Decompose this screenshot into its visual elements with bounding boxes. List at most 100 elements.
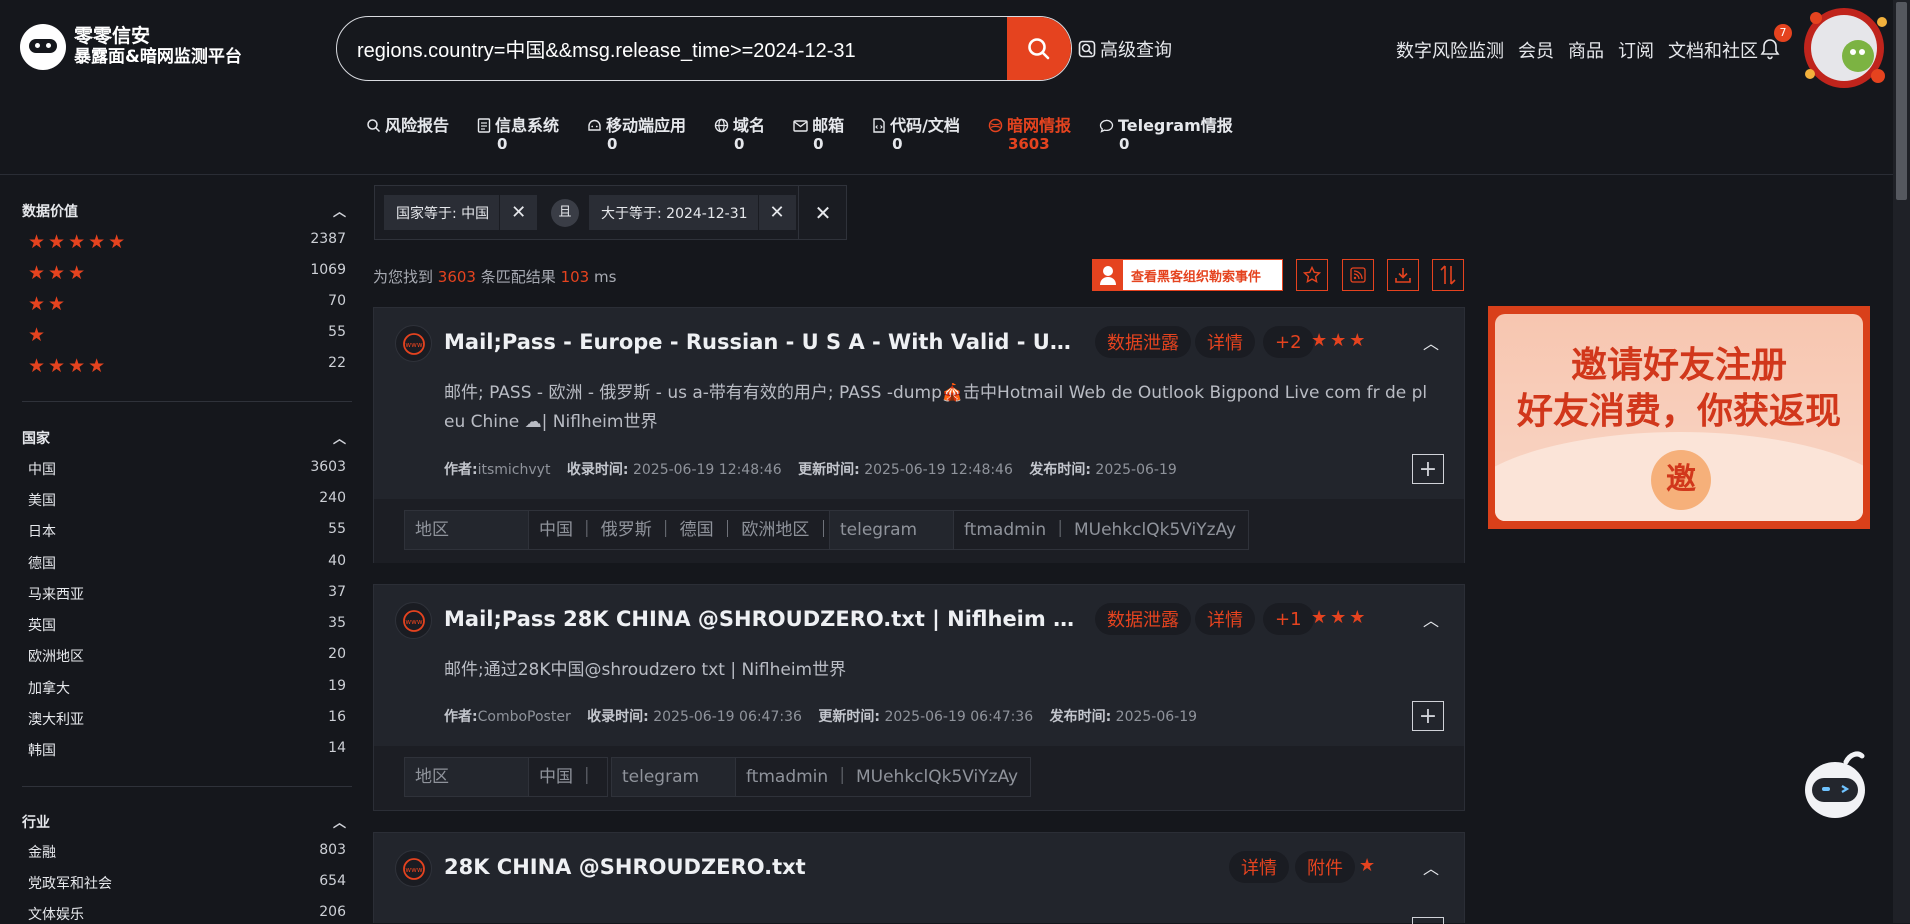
favorite-button[interactable]: [1296, 259, 1328, 291]
nav-products[interactable]: 商品: [1568, 37, 1604, 63]
card-meta: 作者:itsmichvyt 收录时间: 2025-06-19 12:48:46 …: [444, 462, 1177, 478]
clear-filters-button[interactable]: ✕: [798, 185, 847, 240]
result-summary: 为您找到 3603 条匹配结果 103 ms: [373, 268, 617, 286]
tag-data-leak[interactable]: 数据泄露: [1095, 603, 1191, 635]
detail-button[interactable]: 详情: [1229, 851, 1289, 883]
tab-mobile-apps[interactable]: 移动端应用 0: [587, 116, 686, 154]
attachment-button[interactable]: 附件: [1295, 851, 1355, 883]
result-card[interactable]: www Mail;Pass - Europe - Russian - U S A…: [373, 307, 1465, 563]
nav-membership[interactable]: 会员: [1518, 37, 1554, 63]
search-icon: [367, 119, 381, 133]
region-field: 地区 中国 ｜ 俄罗斯 ｜ 德国 ｜ 欧洲地区 ｜: [404, 510, 845, 550]
chat-icon: [1099, 119, 1114, 133]
chevron-up-icon[interactable]: ︿: [1423, 855, 1439, 879]
remove-filter-button[interactable]: ✕: [499, 195, 537, 230]
tag-data-leak[interactable]: 数据泄露: [1095, 326, 1191, 358]
sort-icon: [1440, 265, 1456, 285]
more-tags-button[interactable]: +1: [1263, 603, 1314, 635]
divider: [22, 401, 352, 402]
advanced-search-link[interactable]: 高级查询: [1078, 36, 1172, 62]
darkweb-www-icon: www: [395, 602, 432, 639]
darkweb-www-icon: www: [395, 850, 432, 887]
banner-line2: 好友消费，你获返现: [1516, 390, 1841, 432]
more-tags-button[interactable]: +2: [1263, 326, 1314, 358]
section-industry[interactable]: 行业 ︿: [22, 812, 346, 832]
brand-logo[interactable]: 零零信安 暴露面&暗网监测平台: [20, 24, 242, 70]
tab-count: 0: [1118, 135, 1130, 153]
tab-count: 0: [607, 135, 618, 153]
svg-text:www: www: [405, 341, 422, 349]
nav-digital-risk[interactable]: 数字风险监测: [1396, 37, 1504, 63]
result-card[interactable]: www Mail;Pass 28K CHINA @SHROUDZERO.txt …: [373, 584, 1465, 811]
brand-name: 零零信安: [74, 25, 151, 47]
severity-stars: ★★★: [1311, 607, 1369, 628]
darkweb-www-icon: www: [395, 325, 432, 362]
author-link[interactable]: ComboPoster: [478, 709, 571, 725]
nav-subscribe[interactable]: 订阅: [1618, 37, 1654, 63]
invite-badge: 邀: [1651, 450, 1711, 510]
tab-code-docs[interactable]: 代码/文档 0: [872, 116, 960, 154]
category-tabs: 风险报告 信息系统 0 移动端应用 0 域名 0 邮箱 0 代码/文档 0 暗网…: [366, 116, 1261, 154]
globe-icon: [714, 118, 729, 133]
tab-risk-report[interactable]: 风险报告: [366, 116, 449, 154]
tab-domains[interactable]: 域名 0: [714, 116, 765, 154]
card-footer: 地区 中国 ｜ 俄罗斯 ｜ 德国 ｜ 欧洲地区 ｜ telegram ftmadmi…: [374, 499, 1464, 563]
detail-button[interactable]: 详情: [1195, 603, 1255, 635]
severity-stars: ★: [1359, 855, 1379, 876]
chevron-up-icon: ︿: [332, 816, 346, 831]
remove-filter-button[interactable]: ✕: [757, 195, 796, 230]
assistant-robot-icon[interactable]: [1802, 750, 1868, 822]
filter-sidebar: 数据价值 ︿ ★★★★★ 2387 ★★★ 1069 ★★ 70 ★ 55 ★★★★ 22…: [0, 176, 356, 923]
nav-docs-community[interactable]: 文档和社区: [1668, 37, 1758, 63]
author-link[interactable]: itsmichvyt: [478, 462, 551, 478]
chevron-up-icon: ︿: [332, 205, 346, 220]
severity-stars: ★★★: [1311, 330, 1369, 351]
page-scrollbar[interactable]: [1893, 0, 1910, 923]
tab-darkweb-intel[interactable]: 暗网情报 3603: [988, 116, 1071, 154]
card-title[interactable]: Mail;Pass - Europe - Russian - U S A - W…: [444, 330, 1080, 355]
user-avatar[interactable]: [1796, 4, 1892, 92]
search-icon: [1028, 37, 1050, 59]
telegram-field: telegram ftmadmin ｜ MUehkclQk5ViYzAy: [611, 757, 1032, 797]
star-outline-icon: [1303, 266, 1321, 284]
filter-chip-country: 国家等于: 中国 ✕: [384, 195, 538, 230]
sort-button[interactable]: [1432, 259, 1464, 291]
chevron-up-icon[interactable]: ︿: [1423, 607, 1439, 631]
tab-telegram-intel[interactable]: Telegram情报 0: [1099, 116, 1233, 154]
result-card[interactable]: www 28K CHINA @SHROUDZERO.txt 详情 附件 ★ ︿: [373, 832, 1465, 924]
and-operator: 且: [551, 199, 579, 227]
top-header: 零零信安 暴露面&暗网监测平台 高级查询 数字风险监测 会员 商品 订阅 文档和…: [0, 0, 1910, 175]
expand-button[interactable]: +: [1412, 454, 1444, 484]
section-data-value[interactable]: 数据价值 ︿: [22, 201, 346, 221]
android-icon: [588, 119, 601, 131]
invite-banner[interactable]: 邀请好友注册 好友消费，你获返现 邀: [1488, 306, 1870, 529]
expand-button[interactable]: +: [1412, 701, 1444, 731]
rss-button[interactable]: [1342, 259, 1374, 291]
tab-count: 0: [734, 135, 745, 153]
tab-info-systems[interactable]: 信息系统 0: [477, 116, 559, 154]
card-description: 邮件; PASS - 欧洲 - 俄罗斯 - us a-带有有效的用户; PASS…: [444, 383, 1428, 432]
detail-button[interactable]: 详情: [1195, 326, 1255, 358]
region-field: 地区 中国 ｜: [404, 757, 609, 797]
download-icon: [1395, 268, 1411, 283]
code-file-icon: [873, 118, 885, 133]
scrollbar-thumb[interactable]: [1896, 2, 1907, 200]
view-hacker-ransom-button[interactable]: 查看黑客组织勒索事件: [1092, 259, 1283, 291]
chevron-up-icon: ︿: [332, 432, 346, 447]
bell-icon[interactable]: [1760, 38, 1780, 64]
tab-count: 0: [892, 135, 903, 153]
card-title[interactable]: Mail;Pass 28K CHINA @SHROUDZERO.txt | Ni…: [444, 607, 1080, 631]
download-button[interactable]: [1387, 259, 1419, 291]
card-meta: 作者:ComboPoster 收录时间: 2025-06-19 06:47:36…: [444, 709, 1198, 725]
chevron-up-icon[interactable]: ︿: [1423, 330, 1439, 354]
hacker-icon: [1093, 260, 1123, 290]
search-box: [336, 16, 1072, 81]
search-input[interactable]: [355, 17, 1035, 80]
tab-email[interactable]: 邮箱 0: [793, 116, 844, 154]
brand-subtitle: 暴露面&暗网监测平台: [74, 47, 242, 67]
section-country[interactable]: 国家 ︿: [22, 428, 346, 448]
card-title[interactable]: 28K CHINA @SHROUDZERO.txt: [444, 855, 1144, 879]
banner-line1: 邀请好友注册: [1570, 344, 1787, 386]
telegram-field: telegram ftmadmin ｜ MUehkclQk5ViYzAy: [829, 510, 1250, 550]
search-button[interactable]: [1007, 17, 1071, 80]
